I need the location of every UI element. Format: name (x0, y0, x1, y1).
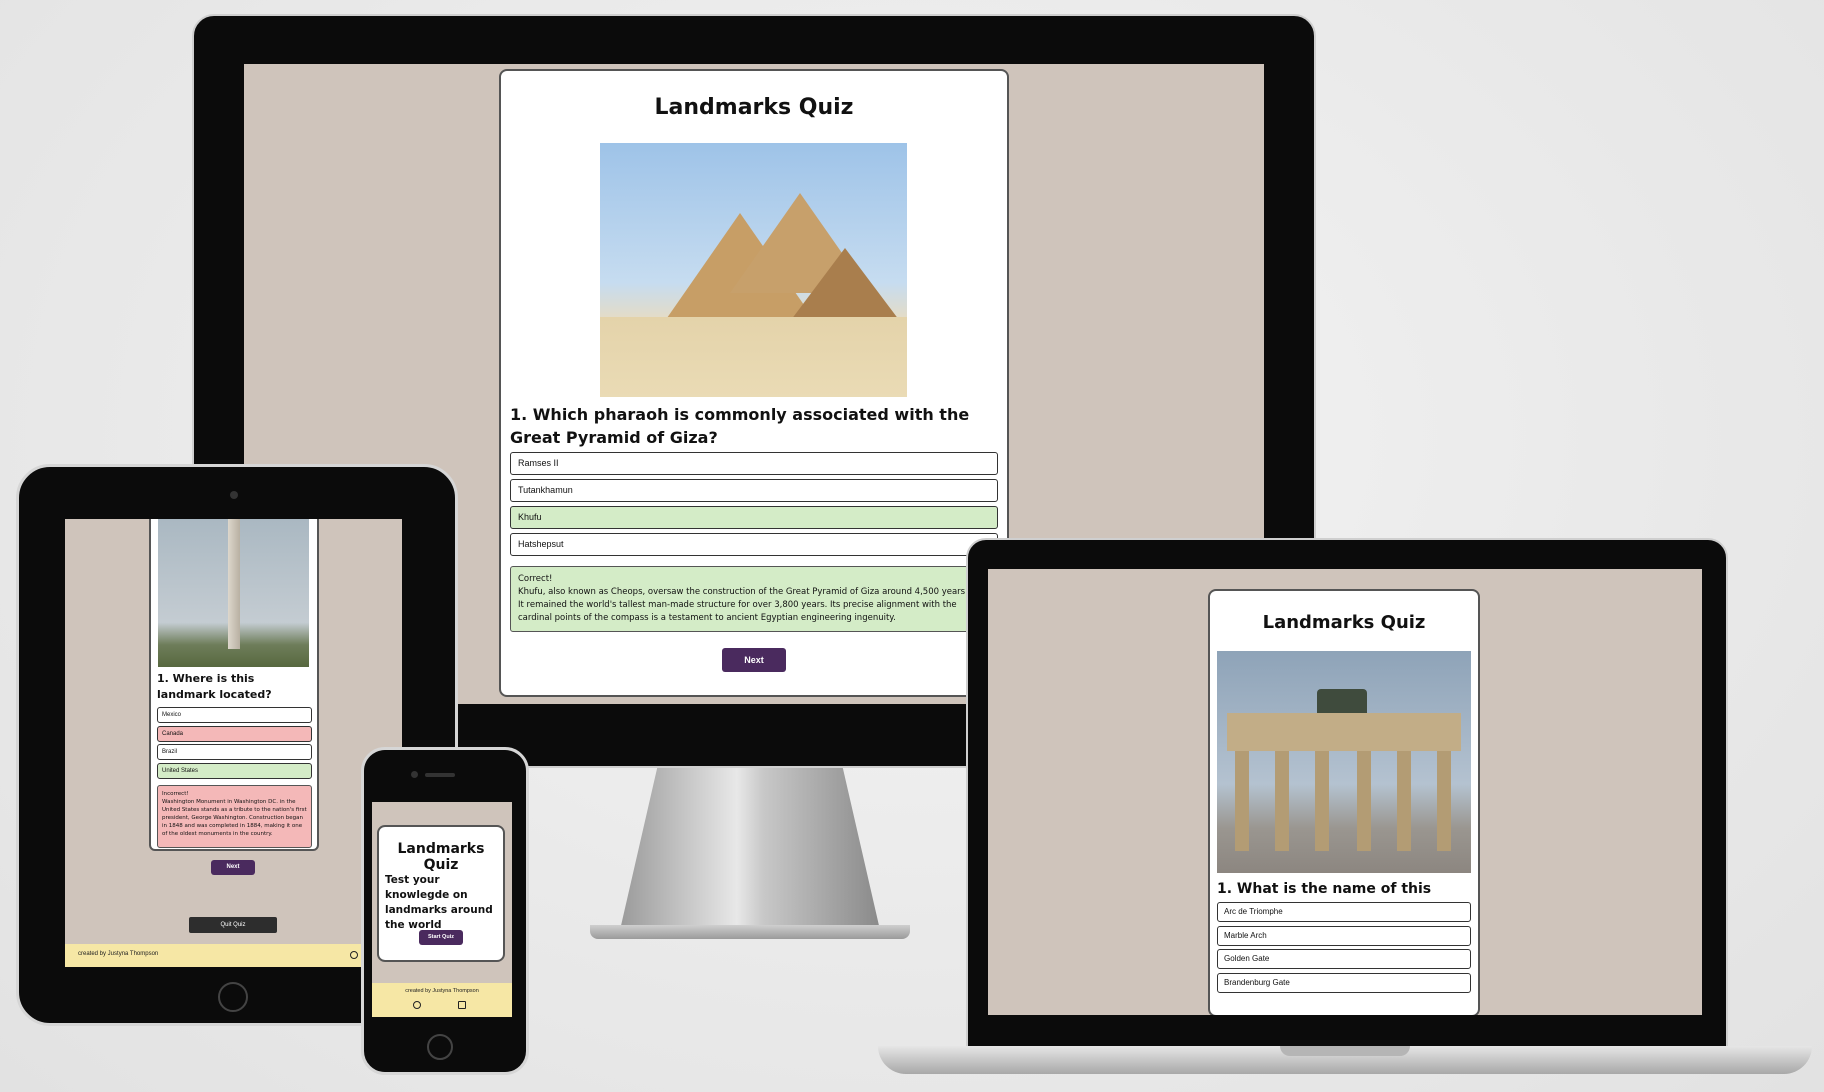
page-title: Landmarks Quiz (397, 841, 485, 873)
answer-option[interactable]: Ramses II (510, 452, 998, 475)
answer-option-wrong[interactable]: Canada (157, 726, 312, 742)
feedback-text: Washington Monument in Washington DC. in… (162, 799, 307, 837)
monitor-stand (620, 760, 880, 930)
phone-speaker (425, 773, 455, 777)
tablet-home-button[interactable] (218, 982, 248, 1012)
answer-option[interactable]: Mexico (157, 707, 312, 723)
linkedin-icon[interactable] (458, 1001, 466, 1009)
footer: created by Justyna Thompson (65, 944, 402, 967)
start-quiz-button[interactable]: Start Quiz (419, 930, 463, 945)
next-button[interactable]: Next (722, 648, 786, 672)
answer-option-correct[interactable]: United States (157, 763, 312, 779)
quiz-card: Landmarks Quiz 1. Which pharaoh is commo… (499, 69, 1009, 697)
landmark-image (1217, 651, 1471, 873)
github-icon[interactable] (350, 951, 358, 959)
laptop-notch (1280, 1046, 1410, 1056)
phone-home-button[interactable] (427, 1034, 453, 1060)
question-text: 1. Which pharaoh is commonly associated … (510, 405, 970, 447)
home-card: Landmarks Quiz Test your knowlegde on la… (377, 825, 505, 962)
feedback-box: Incorrect! Washington Monument in Washin… (157, 785, 312, 848)
intro-text: Test your knowlegde on landmarks around … (385, 874, 493, 931)
landmark-image (158, 519, 309, 667)
answer-option[interactable]: Brandenburg Gate (1217, 973, 1471, 993)
github-icon[interactable] (413, 1001, 421, 1009)
quit-quiz-button[interactable]: Quit Quiz (189, 917, 277, 933)
feedback-heading: Incorrect! (162, 791, 189, 797)
footer: created by Justyna Thompson (372, 983, 512, 1017)
quiz-card: Landmarks Quiz 1. What is the name of th… (1208, 589, 1480, 1015)
question-text: 1. Where is this landmark located? (157, 672, 272, 701)
page-title: Landmarks Quiz (654, 95, 854, 120)
answer-option-correct[interactable]: Khufu (510, 506, 998, 529)
answer-option[interactable]: Arc de Triomphe (1217, 902, 1471, 922)
feedback-heading: Correct! (518, 574, 553, 584)
monitor-base (590, 925, 910, 939)
answer-option[interactable]: Tutankhamun (510, 479, 998, 502)
tablet-camera (230, 491, 238, 499)
answer-option[interactable]: Golden Gate (1217, 949, 1471, 969)
feedback-box: Correct! Khufu, also known as Cheops, ov… (510, 566, 998, 632)
next-button[interactable]: Next (211, 860, 255, 875)
feedback-text: Khufu, also known as Cheops, oversaw the… (518, 587, 987, 623)
footer-credit: created by Justyna Thompson (78, 951, 159, 957)
answer-option[interactable]: Marble Arch (1217, 926, 1471, 946)
phone-screen: Landmarks Quiz Test your knowlegde on la… (372, 802, 512, 1017)
answer-option[interactable]: Hatshepsut (510, 533, 998, 556)
phone-camera (411, 771, 418, 778)
answer-option[interactable]: Brazil (157, 744, 312, 760)
tablet-screen: 1. Where is this landmark located? Mexic… (65, 519, 402, 967)
footer-credit: created by Justyna Thompson (405, 988, 479, 994)
landmark-image (600, 143, 907, 397)
page-title: Landmarks Quiz (1262, 612, 1426, 633)
laptop-screen: Landmarks Quiz 1. What is the name of th… (988, 569, 1702, 1015)
quiz-card: 1. Where is this landmark located? Mexic… (149, 519, 319, 851)
